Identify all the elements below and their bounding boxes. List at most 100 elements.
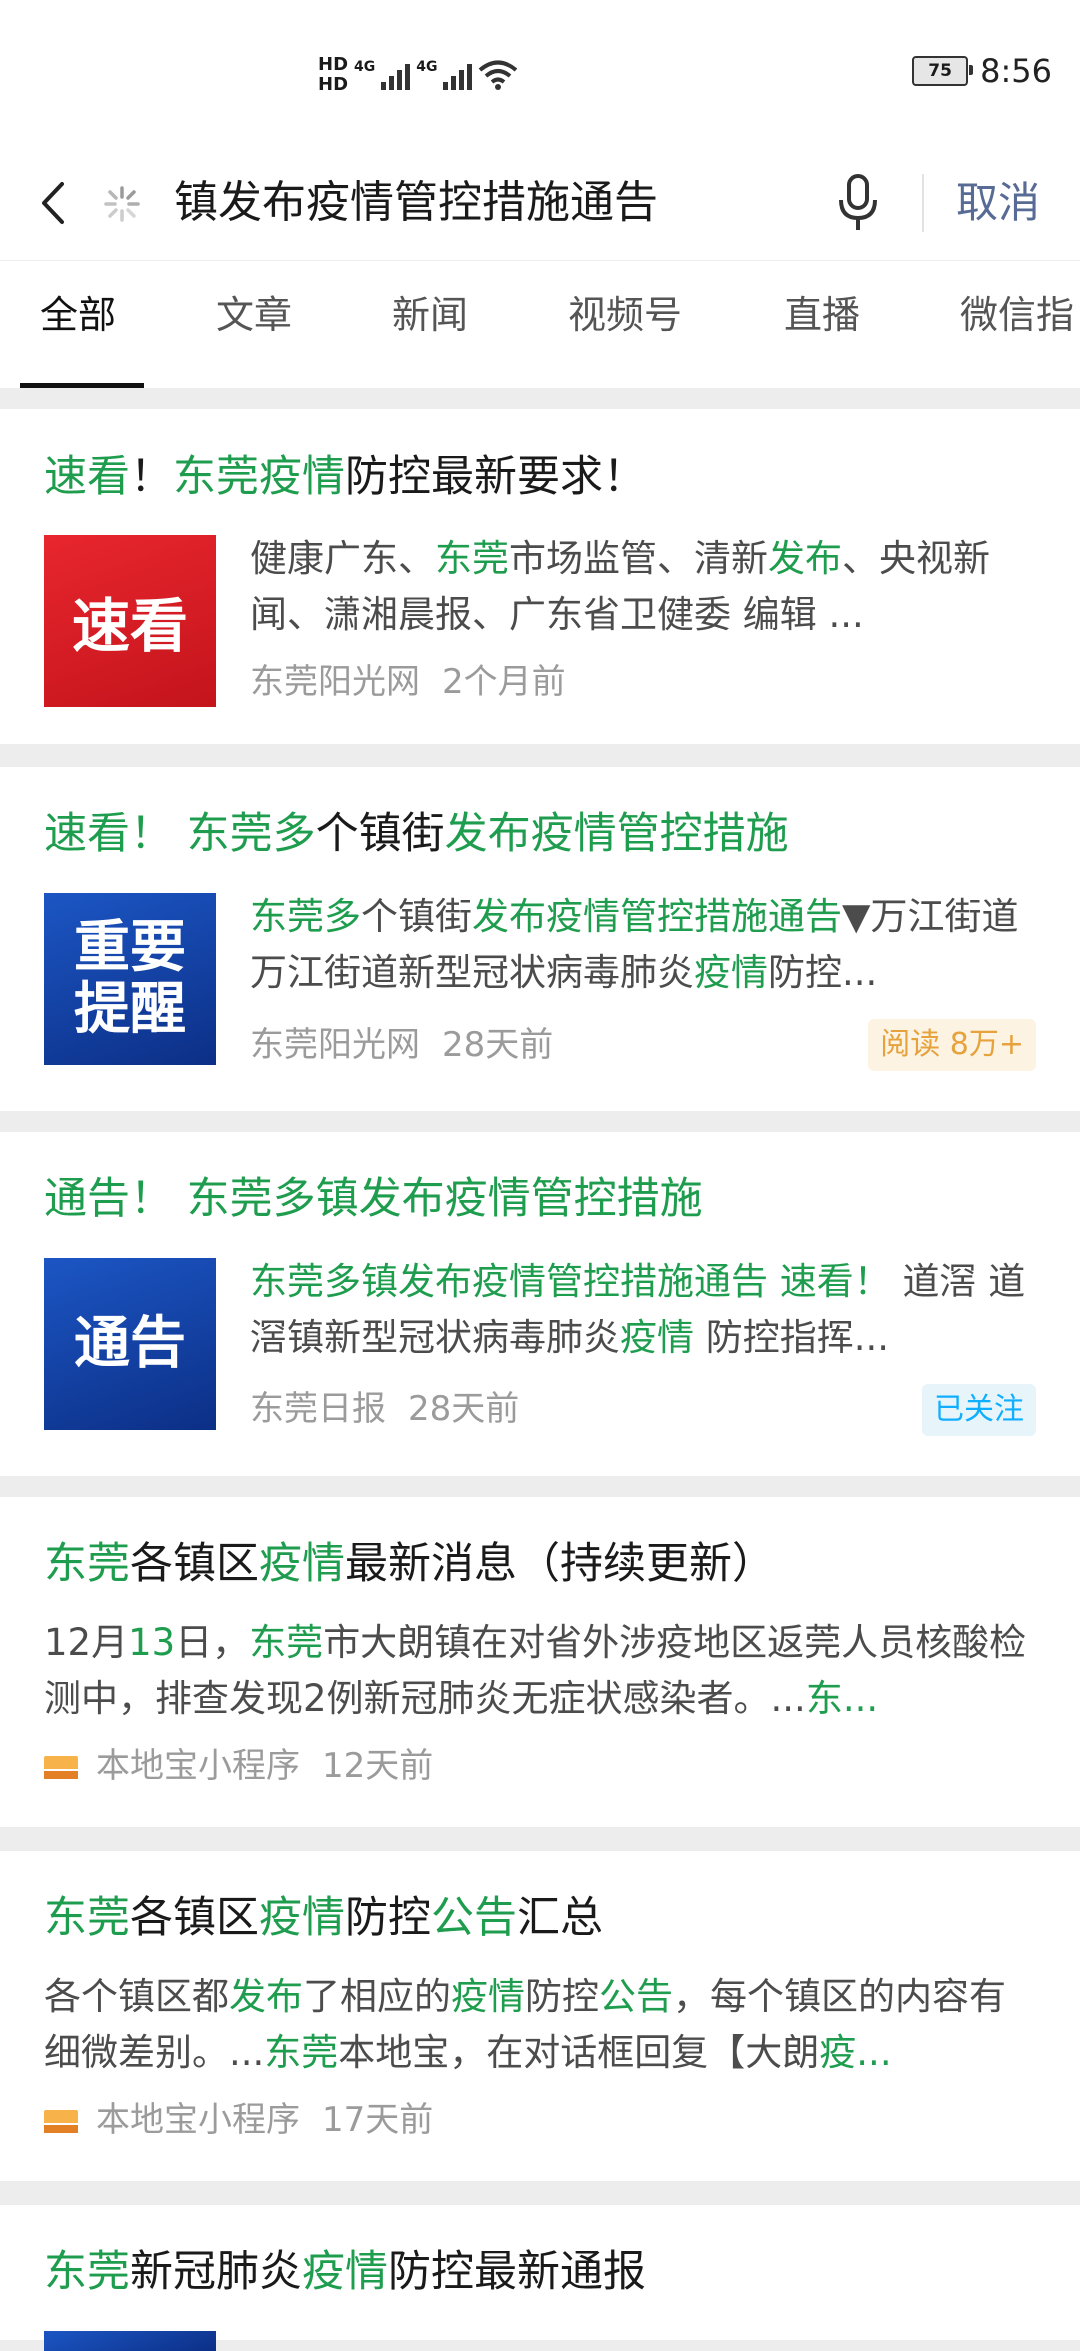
result-source: 东莞阳光网 xyxy=(250,662,420,702)
network-type: 4G xyxy=(416,59,438,75)
tab-news[interactable]: 新闻 xyxy=(392,285,468,345)
status-bar: HD HD 4G 4G 75 8:56 xyxy=(0,0,1080,150)
hd-label: HD xyxy=(318,74,349,95)
search-header: 镇发布疫情管控措施通告 取消 xyxy=(0,150,1080,260)
tab-channels[interactable]: 视频号 xyxy=(568,285,682,345)
keyword-highlight: 东莞 xyxy=(249,1621,324,1664)
result-meta: 东莞阳光网 28天前 xyxy=(250,1020,553,1070)
thumbnail-text: 重要提醒 xyxy=(74,915,186,1042)
text-segment: 12月 xyxy=(44,1621,129,1664)
result-card[interactable]: 东莞各镇区疫情防控公告汇总 各个镇区都发布了相应的疫情防控公告，每个镇区的内容有… xyxy=(0,1851,1080,2181)
keyword-highlight: 发布 xyxy=(768,537,842,580)
keyword-highlight: 疫情 xyxy=(302,2247,388,2297)
tab-wechat-index[interactable]: 微信指 xyxy=(960,285,1074,345)
result-meta: 东莞日报 28天前 xyxy=(250,1384,519,1434)
result-source: 本地宝小程序 xyxy=(96,1746,300,1786)
keyword-highlight: 通告！ 东莞多镇发布疫情管控措施 xyxy=(44,1174,703,1224)
keyword-highlight: 公告 xyxy=(599,1975,673,2018)
result-time: 28天前 xyxy=(442,1025,554,1065)
result-thumbnail: 重要提醒 xyxy=(44,893,216,1065)
result-meta: 本地宝小程序 12天前 xyxy=(44,1741,433,1791)
keyword-highlight: 公告 xyxy=(431,1893,517,1943)
result-source: 东莞日报 xyxy=(250,1389,386,1429)
keyword-highlight: 东莞多镇发布疫情管控措施通告 速看！ xyxy=(250,1260,891,1303)
result-title: 东莞新冠肺炎疫情防控最新通报 xyxy=(44,2242,646,2302)
signal-bars-icon xyxy=(381,60,411,90)
search-input[interactable]: 镇发布疫情管控措施通告 xyxy=(174,168,658,238)
clock: 8:56 xyxy=(980,52,1052,90)
keyword-highlight: 疫情 xyxy=(259,1539,345,1589)
keyword-highlight: 东... xyxy=(805,1677,879,1720)
text-segment: ！ xyxy=(130,452,173,502)
keyword-highlight: 13 xyxy=(128,1621,176,1664)
followed-badge: 已关注 xyxy=(922,1384,1036,1436)
tab-all[interactable]: 全部 xyxy=(40,285,116,345)
keyword-highlight: 发布疫情管控措施通告 xyxy=(472,895,842,938)
text-segment: 了相应的 xyxy=(303,1975,451,2018)
keyword-highlight: 东莞 xyxy=(44,1539,130,1589)
text-segment: 防控 xyxy=(345,1893,431,1943)
result-title: 通告！ 东莞多镇发布疫情管控措施 xyxy=(44,1169,703,1229)
wifi-icon xyxy=(479,60,518,90)
signal-group: HD HD 4G 4G xyxy=(318,50,518,100)
hd-label: HD xyxy=(318,54,349,75)
result-card[interactable]: 速看！东莞疫情防控最新要求！ 速看 健康广东、东莞市场监管、清新发布、央视新闻、… xyxy=(0,409,1080,744)
result-snippet: 东莞多个镇街发布疫情管控措施通告▼万江街道万江街道新型冠状病毒肺炎疫情防控... xyxy=(250,889,1040,1001)
tab-active-indicator xyxy=(20,383,144,388)
result-time: 17天前 xyxy=(322,2100,434,2140)
keyword-highlight: 东莞 xyxy=(44,2247,130,2297)
loading-icon xyxy=(104,186,140,222)
text-segment: 防控 xyxy=(525,1975,599,2018)
keyword-highlight: 东莞 xyxy=(435,537,509,580)
keyword-highlight: 疫情 xyxy=(620,1316,694,1359)
tab-live[interactable]: 直播 xyxy=(784,285,860,345)
keyword-highlight: 东莞疫情 xyxy=(173,452,345,502)
keyword-highlight: 疫... xyxy=(819,2031,892,2074)
result-card[interactable]: 东莞各镇区疫情最新消息（持续更新） 12月13日，东莞市大朗镇在对省外涉疫地区返… xyxy=(0,1497,1080,1827)
result-snippet: 东莞多镇发布疫情管控措施通告 速看！ 道滘 道滘镇新型冠状病毒肺炎疫情 防控指挥… xyxy=(250,1254,1040,1366)
text-segment: 市场监管、清新 xyxy=(509,537,768,580)
result-card[interactable]: 速看！ 东莞多个镇街发布疫情管控措施 重要提醒 东莞多个镇街发布疫情管控措施通告… xyxy=(0,767,1080,1111)
result-time: 12天前 xyxy=(322,1746,434,1786)
result-thumbnail xyxy=(44,2331,216,2351)
keyword-highlight: 疫情 xyxy=(259,1893,345,1943)
result-title: 东莞各镇区疫情防控公告汇总 xyxy=(44,1888,603,1948)
keyword-highlight: 速看！ 东莞多 xyxy=(44,809,316,859)
microphone-icon[interactable] xyxy=(834,172,882,234)
result-thumbnail: 速看 xyxy=(44,535,216,707)
keyword-highlight: 疫情 xyxy=(694,951,768,994)
result-title: 速看！东莞疫情防控最新要求！ xyxy=(44,447,646,507)
keyword-highlight: 东莞 xyxy=(264,2031,339,2074)
result-time: 28天前 xyxy=(408,1389,520,1429)
result-snippet: 各个镇区都发布了相应的疫情防控公告，每个镇区的内容有细微差别。...东莞本地宝，… xyxy=(44,1969,1040,2081)
text-segment: 日， xyxy=(175,1621,250,1664)
result-source: 东莞阳光网 xyxy=(250,1025,420,1065)
text-segment: 防控指挥... xyxy=(694,1316,890,1359)
text-segment: 最新消息（持续更新） xyxy=(345,1539,775,1589)
cancel-button[interactable]: 取消 xyxy=(956,168,1040,238)
signal-bars-icon xyxy=(443,60,473,90)
battery-icon: 75 xyxy=(912,56,974,86)
bendibao-logo-icon xyxy=(44,1755,78,1780)
text-segment: 新冠肺炎 xyxy=(130,2247,302,2297)
header-divider xyxy=(922,174,924,232)
result-meta: 本地宝小程序 17天前 xyxy=(44,2095,433,2145)
result-card[interactable]: 通告！ 东莞多镇发布疫情管控措施 通告 东莞多镇发布疫情管控措施通告 速看！ 道… xyxy=(0,1132,1080,1476)
back-arrow-icon[interactable] xyxy=(30,178,80,228)
result-meta: 东莞阳光网 2个月前 xyxy=(250,657,566,707)
text-segment: 各镇区 xyxy=(130,1539,259,1589)
tab-articles[interactable]: 文章 xyxy=(216,285,292,345)
text-segment: 各镇区 xyxy=(130,1893,259,1943)
result-card[interactable]: 东莞新冠肺炎疫情防控最新通报 xyxy=(0,2205,1080,2351)
keyword-highlight: 东莞 xyxy=(44,1893,130,1943)
result-title: 速看！ 东莞多个镇街发布疫情管控措施 xyxy=(44,804,789,864)
text-segment: 汇总 xyxy=(517,1893,603,1943)
status-right: 75 8:56 xyxy=(912,52,1052,90)
text-segment: 各个镇区都 xyxy=(44,1975,229,2018)
text-segment: 防控最新要求！ xyxy=(345,452,646,502)
keyword-highlight: 东莞多 xyxy=(250,895,361,938)
result-snippet: 12月13日，东莞市大朗镇在对省外涉疫地区返莞人员核酸检测中，排查发现2例新冠肺… xyxy=(44,1615,1040,1727)
keyword-highlight: 疫情 xyxy=(451,1975,525,2018)
result-title: 东莞各镇区疫情最新消息（持续更新） xyxy=(44,1534,775,1594)
read-count-badge: 阅读 8万+ xyxy=(868,1019,1036,1071)
